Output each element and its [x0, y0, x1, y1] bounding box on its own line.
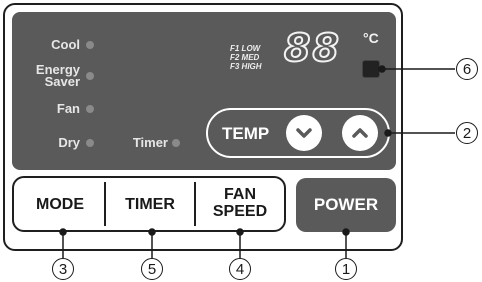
- callout-power: 1: [335, 258, 357, 280]
- callout-leaders: [59, 65, 455, 258]
- callout-temp: 2: [456, 122, 478, 144]
- callout-fan-speed: 4: [229, 258, 251, 280]
- callout-sensor: 6: [456, 58, 478, 80]
- callout-timer: 5: [141, 258, 163, 280]
- callout-mode: 3: [52, 258, 74, 280]
